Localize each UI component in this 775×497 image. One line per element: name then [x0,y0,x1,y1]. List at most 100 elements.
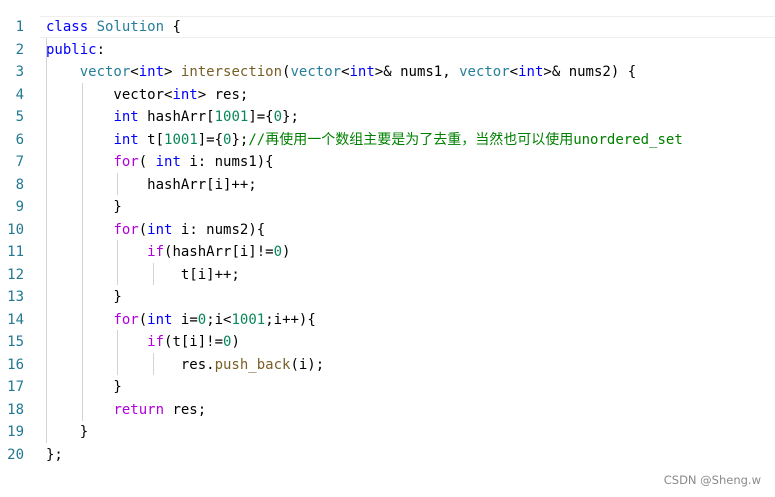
code-token: } [46,289,122,305]
line-number: 15 [7,334,24,350]
code-token: < [130,64,139,80]
code-token: for [113,311,139,328]
line-number: 17 [7,379,24,395]
code-text[interactable]: }; [46,444,63,467]
code-token: int [138,64,165,80]
code-token: ( [138,311,148,328]
line-number: 7 [15,154,24,170]
line-number: 16 [7,356,24,373]
code-token: i= [172,311,198,328]
code-token: (i); [290,356,325,373]
code-token: int [113,109,139,125]
code-text[interactable]: } [46,421,88,444]
code-text[interactable]: for(int i=0;i<1001;i++){ [46,309,316,332]
code-line: 5 int hashArr[1001]={0}; [0,106,775,129]
code-line: 7 for( int i: nums1){ [0,151,775,174]
code-token: if [147,244,165,260]
code-token: } [46,379,122,395]
code-token: ) [282,244,291,260]
code-token: class [46,19,89,35]
code-text[interactable]: if(t[i]!=0) [46,331,240,354]
code-text[interactable]: int t[1001]={0};//再使用一个数组主要是为了去重，当然也可以使用… [46,129,682,152]
line-number: 8 [15,176,24,193]
code-token: } [46,199,122,215]
code-token: 0 [273,109,283,125]
code-token: public [46,41,97,58]
code-token: ]={ [197,131,224,148]
code-editor: 1 class Solution {2 public: 3 vector<int> i… [0,0,775,497]
code-text[interactable]: vector<int> intersection(vector<int>& nu… [46,61,636,84]
code-line: 1 class Solution { [0,16,775,39]
code-text[interactable]: } [46,286,122,309]
code-line: 12 t[i]++; [0,264,775,287]
code-line: 14 for(int i=0;i<1001;i++){ [0,309,775,332]
code-token: ;i++){ [265,311,316,328]
code-token: ) [231,334,240,350]
code-token: int [147,221,173,238]
code-token: }; [231,131,249,148]
line-number: 4 [15,86,24,103]
line-number: 5 [15,109,24,125]
code-text[interactable]: res.push_back(i); [46,354,324,377]
code-line: 3 vector<int> intersection(vector<int>& … [0,61,775,84]
code-token: }; [282,109,299,125]
code-token: i: nums1){ [180,154,274,170]
code-text[interactable]: return res; [46,399,206,422]
code-token: 1001 [214,109,249,125]
watermark: CSDN @Sheng.w [663,473,761,487]
code-text[interactable]: vector<int> res; [46,84,248,107]
code-text[interactable]: class Solution { [46,16,181,39]
line-number: 12 [7,266,24,283]
code-token: vector [79,64,131,80]
code-token: int [518,64,544,80]
code-text[interactable]: hashArr[i]++; [46,174,257,197]
code-token: > res; [197,86,249,103]
line-number: 18 [7,401,24,418]
code-line: 2 public: [0,39,775,62]
code-text[interactable]: } [46,196,122,219]
code-token: int [113,131,139,148]
code-text[interactable]: for( int i: nums1){ [46,151,274,174]
line-number: 6 [15,131,24,148]
line-number: 13 [7,289,24,305]
code-token: i: nums2){ [172,221,266,238]
code-token: >& nums2) { [543,64,637,80]
code-token: int [147,311,173,328]
code-token: >& nums1, [374,64,460,80]
code-token: 0 [273,244,283,260]
code-line: 15 if(t[i]!=0) [0,331,775,354]
code-token: 1001 [231,311,266,328]
code-token: for [113,154,139,170]
code-line: 11 if(hashArr[i]!=0) [0,241,775,264]
line-number: 3 [15,64,24,80]
code-line: 8 hashArr[i]++; [0,174,775,197]
code-token: : [96,41,106,58]
code-token: intersection [180,64,283,80]
code-line: 6 int t[1001]={0};//再使用一个数组主要是为了去重，当然也可以… [0,129,775,152]
code-text[interactable]: for(int i: nums2){ [46,219,265,242]
code-token: < [509,64,519,80]
code-line: 18 return res; [0,399,775,422]
code-text[interactable]: public: [46,39,105,62]
line-number: 1 [15,19,24,35]
code-text[interactable]: int hashArr[1001]={0}; [46,106,299,129]
code-token: res. [46,356,215,373]
code-text[interactable]: if(hashArr[i]!=0) [46,241,290,264]
code-text[interactable]: t[i]++; [46,264,240,287]
code-line: 9 } [0,196,775,219]
code-token: push_back [214,356,291,373]
code-token: }; [46,446,63,463]
code-line: 20}; [0,444,775,467]
line-number: 2 [15,41,24,58]
line-number: 20 [7,446,24,463]
code-line: 17 } [0,376,775,399]
code-token: Solution [96,19,165,35]
code-text[interactable]: } [46,376,122,399]
code-token: 0 [197,311,207,328]
